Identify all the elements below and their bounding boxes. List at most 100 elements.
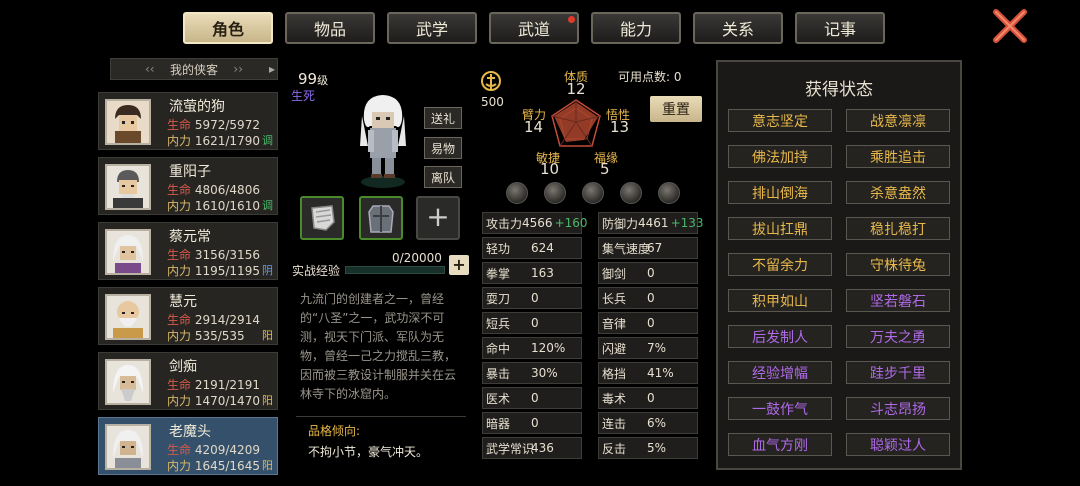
tab-relations[interactable]: 关系 xyxy=(693,12,783,44)
character-list-item[interactable]: 老魔头 生命 4209/4209 内力 1645/1645 阳 xyxy=(98,417,278,475)
status-effect-button[interactable]: 意志坚定 xyxy=(728,109,832,132)
mp-label: 内力 xyxy=(167,134,192,148)
character-list-item[interactable]: 蔡元常 生命 3156/3156 内力 1195/1195 阴 xyxy=(98,222,278,280)
status-effect-button[interactable]: 血气方刚 xyxy=(728,433,832,456)
status-effect-button[interactable]: 乘胜追击 xyxy=(846,145,950,168)
orb-slot-icon[interactable] xyxy=(506,182,528,204)
avatar xyxy=(105,229,151,275)
status-effect-button[interactable]: 不留余力 xyxy=(728,253,832,276)
leave-party-button[interactable]: 离队 xyxy=(424,166,462,188)
life-state: 生死 xyxy=(291,89,316,103)
character-hp: 生命 2191/2191 xyxy=(167,376,260,393)
reset-button[interactable]: 重置 xyxy=(650,96,702,122)
tab-abilities[interactable]: 能力 xyxy=(591,12,681,44)
stat-value: 0 xyxy=(531,316,539,330)
hp-label: 生命 xyxy=(167,443,192,457)
arrow-right-icon[interactable]: ▸ xyxy=(269,62,275,76)
gift-button[interactable]: 送礼 xyxy=(424,107,462,129)
mp-label: 内力 xyxy=(167,199,192,213)
close-icon[interactable] xyxy=(992,8,1028,44)
character-name: 流萤的狗 xyxy=(169,99,225,115)
character-list-item[interactable]: 重阳子 生命 4806/4806 内力 1610/1610 调 xyxy=(98,157,278,215)
character-mp: 内力 1645/1645 xyxy=(167,457,260,474)
armor-icon xyxy=(368,205,394,233)
stat-cell: 连击 6% xyxy=(598,412,698,434)
stat-value: 0 xyxy=(647,291,655,305)
level-unit: 级 xyxy=(317,74,329,87)
equip-slot-armor[interactable] xyxy=(359,196,403,240)
stat-cell: 毒术 0 xyxy=(598,387,698,409)
status-effect-button[interactable]: 拔山扛鼎 xyxy=(728,217,832,240)
character-list-item[interactable]: 剑痴 生命 2191/2191 内力 1470/1470 阳 xyxy=(98,352,278,410)
hp-label: 生命 xyxy=(167,378,192,392)
stat-cell: 音律 0 xyxy=(598,312,698,334)
hp-value: 5972/5972 xyxy=(194,118,260,132)
status-effect-button[interactable]: 战意凛凛 xyxy=(846,109,950,132)
status-effect-button[interactable]: 排山倒海 xyxy=(728,181,832,204)
status-effect-button[interactable]: 一鼓作气 xyxy=(728,397,832,420)
gauntlet-icon xyxy=(311,205,335,231)
portrait-icon xyxy=(107,166,149,208)
tab-character[interactable]: 角色 xyxy=(183,12,273,44)
status-effect-button[interactable]: 积甲如山 xyxy=(728,289,832,312)
add-exp-button[interactable]: + xyxy=(449,255,469,275)
orb-slot-icon[interactable] xyxy=(620,182,642,204)
character-mp: 内力 535/535 xyxy=(167,327,245,344)
orb-slot-icon[interactable] xyxy=(658,182,680,204)
stat-cell: 短兵 0 xyxy=(482,312,582,334)
stat-value: 120% xyxy=(531,341,566,355)
character-list-item[interactable]: 流萤的狗 生命 5972/5972 内力 1621/1790 调 xyxy=(98,92,278,150)
stat-label: 闪避 xyxy=(602,341,627,356)
hp-value: 4209/4209 xyxy=(194,443,260,457)
tab-martial-way[interactable]: 武道 xyxy=(489,12,579,44)
orb-slot-icon[interactable] xyxy=(582,182,604,204)
character-list-item[interactable]: 慧元 生命 2914/2914 内力 535/535 阳 xyxy=(98,287,278,345)
stat-value: 4461 xyxy=(638,216,669,230)
tab-journal[interactable]: 记事 xyxy=(795,12,885,44)
stat-label: 音律 xyxy=(602,316,627,331)
stat-cell: 拳掌 163 xyxy=(482,262,582,284)
tab-items[interactable]: 物品 xyxy=(285,12,375,44)
stat-cell: 御剑 0 xyxy=(598,262,698,284)
character-name: 慧元 xyxy=(169,294,197,310)
character-mp: 内力 1621/1790 xyxy=(167,132,260,149)
stat-label: 连击 xyxy=(602,416,627,431)
stat-cell: 武学常识 436 xyxy=(482,437,582,459)
status-effect-button[interactable]: 跬步千里 xyxy=(846,361,950,384)
add-equip-button[interactable]: + xyxy=(416,196,460,240)
stat-cell: 医术 0 xyxy=(482,387,582,409)
stat-value: 41% xyxy=(647,366,674,380)
list-header: ‹‹ 我的侠客 ›› ▸ xyxy=(110,58,278,80)
status-effect-button[interactable]: 坚若磐石 xyxy=(846,289,950,312)
avatar xyxy=(105,99,151,145)
chevron-right-icon[interactable]: ›› xyxy=(233,62,243,76)
chevron-left-icon[interactable]: ‹‹ xyxy=(145,62,155,76)
status-effect-button[interactable]: 佛法加持 xyxy=(728,145,832,168)
status-effect-button[interactable]: 斗志昂扬 xyxy=(846,397,950,420)
status-effect-button[interactable]: 经验增幅 xyxy=(728,361,832,384)
status-effect-button[interactable]: 稳扎稳打 xyxy=(846,217,950,240)
status-effect-button[interactable]: 守株待兔 xyxy=(846,253,950,276)
status-effect-button[interactable]: 后发制人 xyxy=(728,325,832,348)
tab-martial-arts[interactable]: 武学 xyxy=(387,12,477,44)
status-effect-button[interactable]: 万夫之勇 xyxy=(846,325,950,348)
stat-bonus: +160 xyxy=(554,216,588,230)
status-effect-button[interactable]: 聪颖过人 xyxy=(846,433,950,456)
stat-label: 集气速度 xyxy=(602,241,651,256)
hp-value: 4806/4806 xyxy=(194,183,260,197)
notification-dot-icon xyxy=(568,16,575,23)
stat-value: 0 xyxy=(647,316,655,330)
stat-label: 耍刀 xyxy=(486,291,511,306)
avatar xyxy=(105,359,151,405)
trade-button[interactable]: 易物 xyxy=(424,137,462,159)
orb-slot-icon[interactable] xyxy=(544,182,566,204)
status-effect-button[interactable]: 杀意盎然 xyxy=(846,181,950,204)
character-name: 剑痴 xyxy=(169,359,197,375)
character-hp: 生命 5972/5972 xyxy=(167,116,260,133)
portrait-icon xyxy=(107,101,149,143)
stat-cell: 耍刀 0 xyxy=(482,287,582,309)
equip-slot-gloves[interactable] xyxy=(300,196,344,240)
mp-value: 1195/1195 xyxy=(194,264,260,278)
stat-bonus: +133 xyxy=(670,216,704,230)
stat-label: 防御力 xyxy=(602,216,639,231)
